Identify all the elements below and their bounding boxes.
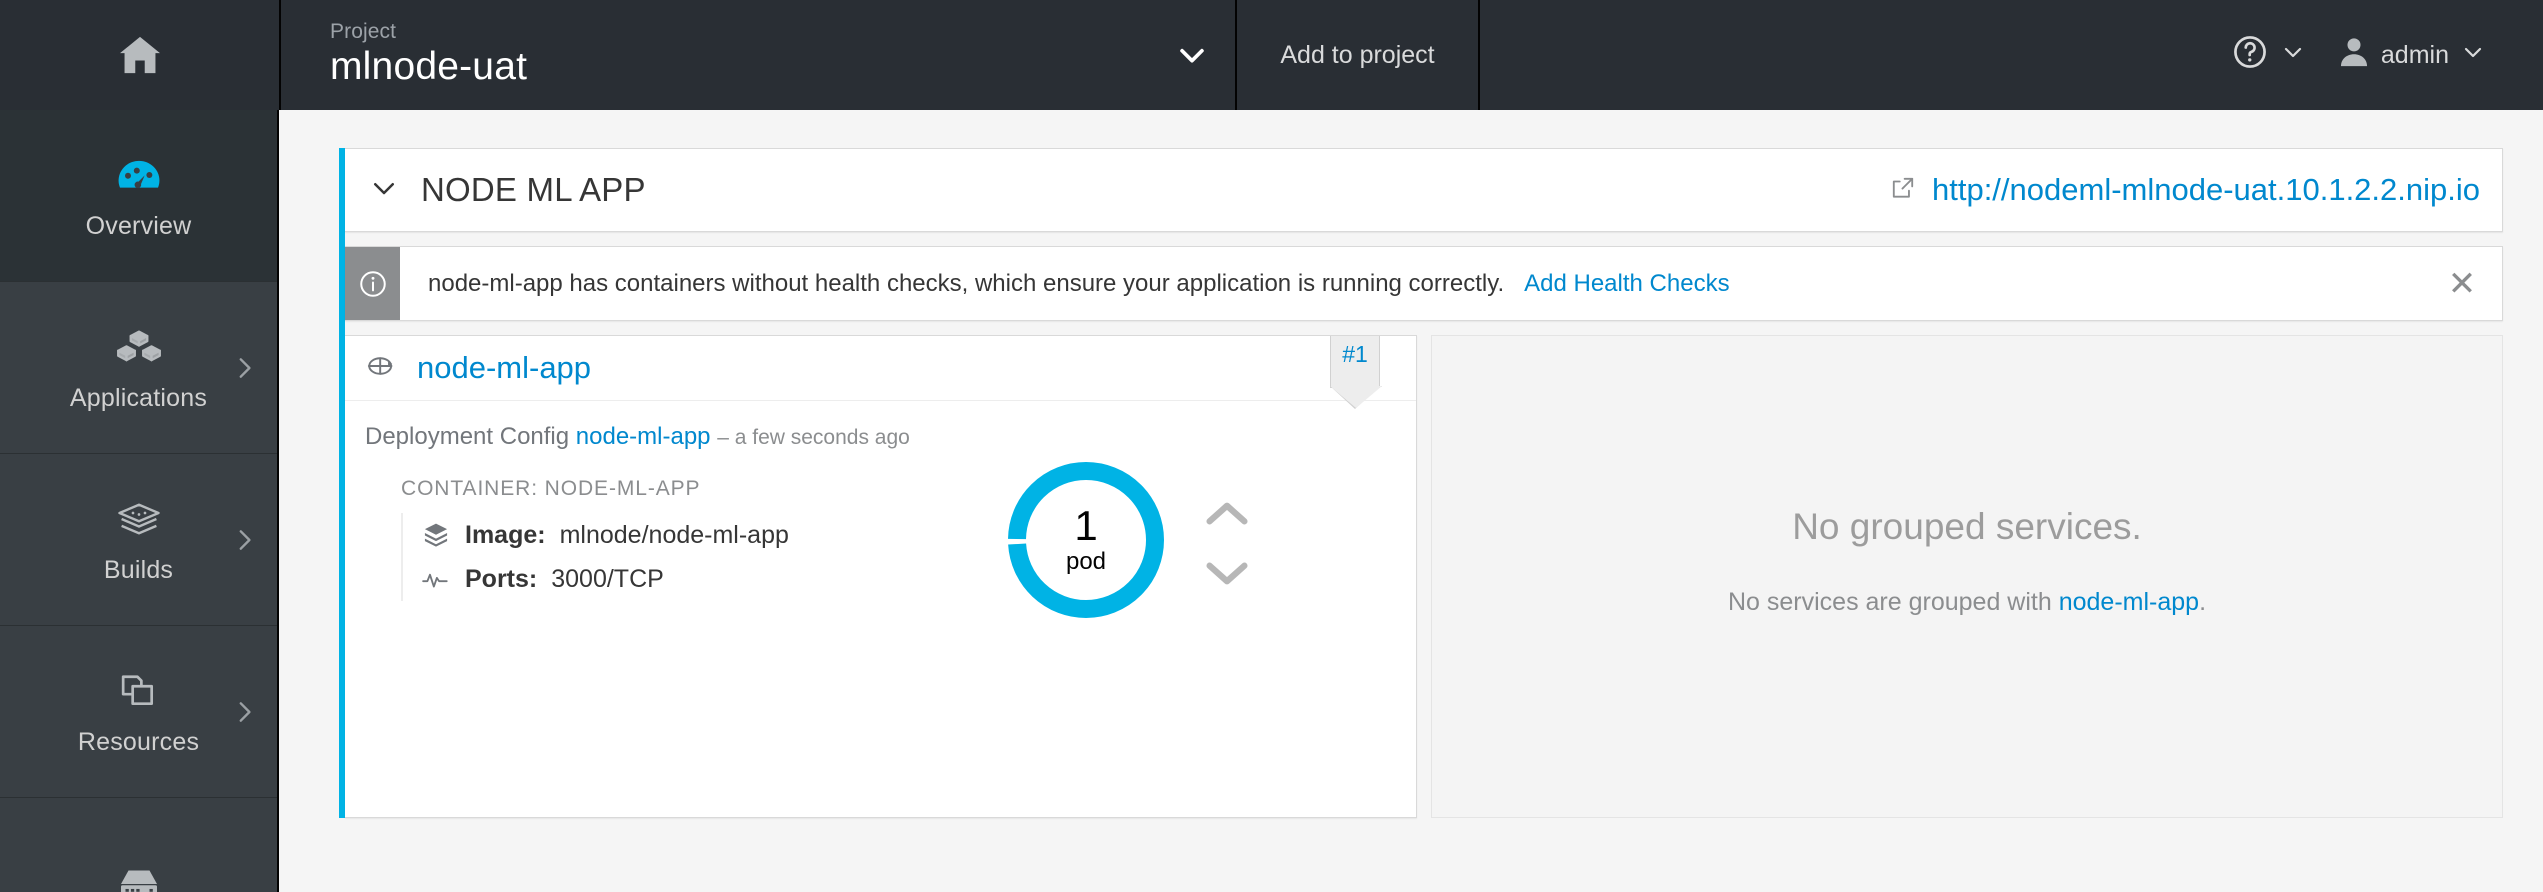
- chevron-down-icon: [2281, 40, 2305, 71]
- project-name: mlnode-uat: [330, 45, 528, 89]
- user-name: admin: [2380, 40, 2449, 69]
- chevron-right-icon: [231, 527, 257, 553]
- chevron-right-icon: [231, 699, 257, 725]
- home-icon: [118, 35, 162, 75]
- group-header-right: http://nodeml-mlnode-uat.10.1.2.2.nip.io: [1890, 172, 2484, 208]
- deployment-config-meta-link[interactable]: node-ml-app: [576, 423, 711, 451]
- health-check-alert: node-ml-app has containers without healt…: [345, 246, 2503, 321]
- info-circle-icon: [345, 247, 400, 320]
- pod-donut-label: 1 pod: [1003, 457, 1169, 623]
- copy-icon: [118, 668, 160, 714]
- container-image-key: Image:: [465, 520, 546, 549]
- pod-unit: pod: [1065, 547, 1107, 575]
- chevron-down-icon[interactable]: [1205, 560, 1249, 591]
- user-menu[interactable]: admin: [2321, 0, 2501, 110]
- container-ports-value: 3000/TCP: [551, 564, 664, 593]
- scale-controls: [1205, 501, 1249, 591]
- cards-row: node-ml-app Deployment Config node-ml-ap…: [345, 335, 2503, 818]
- grouped-services-empty-title: No grouped services.: [1792, 506, 2142, 547]
- container-image-row: Image: mlnode/node-ml-app: [421, 513, 985, 557]
- deployment-config-icon: [365, 351, 399, 386]
- sidebar-item-overview[interactable]: Overview: [0, 110, 277, 282]
- pod-scaler: 1 pod: [985, 451, 1416, 623]
- page-title: NODE ML APP: [421, 171, 646, 208]
- sidebar-item-resources[interactable]: Resources: [0, 626, 277, 798]
- sidebar: Overview Applications Builds Resources: [0, 110, 279, 892]
- revision-badge: #1: [1330, 336, 1380, 388]
- sidebar-item-label: Resources: [77, 728, 200, 756]
- chevron-down-icon[interactable]: [369, 173, 399, 208]
- storage-icon: [116, 861, 162, 892]
- sidebar-item-builds[interactable]: Builds: [0, 454, 277, 626]
- close-icon[interactable]: ✕: [2422, 247, 2502, 320]
- sidebar-item-applications[interactable]: Applications: [0, 282, 277, 454]
- openshift-console: Project mlnode-uat Add to project admin …: [0, 0, 2543, 892]
- chevron-down-icon: [2461, 40, 2485, 71]
- container-block: CONTAINER: NODE-ML-APP Image: mlnode/nod…: [365, 451, 985, 601]
- grouped-services-empty-prefix: No services are grouped with: [1727, 588, 2059, 616]
- main-content: NODE ML APP http://nodeml-mlnode-uat.10.…: [281, 110, 2543, 892]
- user-icon: [2337, 34, 2371, 77]
- deployment-config-title-link[interactable]: node-ml-app: [417, 350, 591, 386]
- container-label: CONTAINER: NODE-ML-APP: [401, 477, 701, 500]
- group-header-left: NODE ML APP: [369, 171, 646, 209]
- add-to-project-label: Add to project: [1280, 40, 1435, 69]
- add-to-project-button[interactable]: Add to project: [1237, 0, 1480, 110]
- add-health-checks-link[interactable]: Add Health Checks: [1524, 270, 1729, 298]
- container-ports-key: Ports:: [465, 564, 538, 593]
- cube-stack-icon: [421, 521, 451, 549]
- container-ports-row: Ports: 3000/TCP: [421, 557, 985, 601]
- header-spacer: [1480, 0, 2215, 110]
- route-url-link[interactable]: http://nodeml-mlnode-uat.10.1.2.2.nip.io: [1932, 172, 2480, 208]
- grouped-services-panel: No grouped services. No services are gro…: [1431, 335, 2503, 818]
- grouped-services-app-link[interactable]: node-ml-app: [2059, 588, 2199, 616]
- container-details: Image: mlnode/node-ml-app Ports: 3000/TC…: [401, 513, 985, 601]
- cubes-icon: [114, 324, 164, 370]
- external-link-icon: [1890, 175, 1916, 206]
- deployment-config-card: node-ml-app Deployment Config node-ml-ap…: [345, 335, 1417, 818]
- home-button[interactable]: [0, 0, 281, 110]
- pulse-icon: [421, 568, 451, 590]
- sidebar-item-label: Applications: [69, 384, 208, 412]
- alert-message: node-ml-app has containers without healt…: [428, 269, 1505, 297]
- chevron-up-icon[interactable]: [1205, 501, 1249, 532]
- dashboard-icon: [117, 152, 161, 198]
- overview-group-node-ml-app: NODE ML APP http://nodeml-mlnode-uat.10.…: [339, 148, 2503, 818]
- pod-donut-chart[interactable]: 1 pod: [1003, 457, 1169, 623]
- layers-icon: [116, 496, 162, 542]
- top-header: Project mlnode-uat Add to project admin: [0, 0, 2543, 110]
- project-label: Project: [330, 20, 397, 43]
- project-selector[interactable]: Project mlnode-uat: [281, 0, 1237, 110]
- grouped-services-empty-text: No services are grouped with node-ml-app…: [1728, 588, 2206, 617]
- alert-body: node-ml-app has containers without healt…: [400, 247, 2422, 320]
- help-menu[interactable]: [2215, 0, 2321, 110]
- deployment-config-relative-time: – a few seconds ago: [717, 426, 910, 449]
- deployment-config-meta-prefix: Deployment Config: [365, 423, 570, 450]
- help-circle-icon: [2231, 33, 2269, 78]
- deployment-config-card-header: node-ml-app: [345, 336, 1416, 401]
- chevron-right-icon: [231, 355, 257, 381]
- revision-badge-label: #1: [1342, 341, 1368, 367]
- sidebar-item-storage[interactable]: [0, 798, 277, 892]
- pod-count: 1: [1074, 501, 1098, 549]
- group-header: NODE ML APP http://nodeml-mlnode-uat.10.…: [345, 148, 2503, 232]
- grouped-services-empty-suffix: .: [2199, 588, 2207, 616]
- deployment-config-meta: Deployment Config node-ml-app – a few se…: [345, 401, 1416, 451]
- sidebar-item-label: Builds: [103, 556, 174, 584]
- sidebar-item-label: Overview: [85, 212, 192, 240]
- chevron-down-icon[interactable]: [1175, 38, 1209, 72]
- header-actions: admin: [2215, 0, 2543, 110]
- container-image-value: mlnode/node-ml-app: [559, 520, 789, 549]
- deployment-config-body: CONTAINER: NODE-ML-APP Image: mlnode/nod…: [345, 451, 1416, 623]
